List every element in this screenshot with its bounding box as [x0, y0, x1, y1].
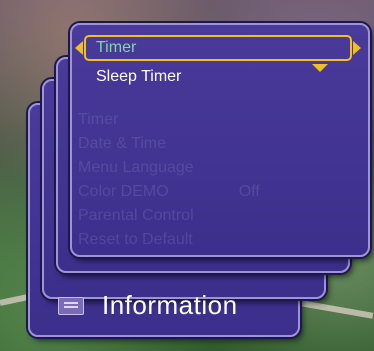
faded-item: Timer: [78, 111, 119, 128]
faded-background-menu: Timer Date & Time Menu Language Color DE…: [78, 108, 260, 252]
faded-item: Menu Language: [78, 159, 194, 176]
faded-item: Color DEMO Off: [78, 183, 260, 200]
faded-value: Off: [238, 183, 260, 200]
faded-item: Parental Control: [78, 207, 194, 224]
faded-item: Date & Time: [78, 135, 167, 152]
information-menu-item[interactable]: Information: [58, 290, 238, 321]
faded-item: Reset to Default: [78, 231, 193, 248]
menu-item-sleep-timer[interactable]: Sleep Timer: [96, 68, 181, 86]
information-label: Information: [102, 290, 238, 320]
triangle-down-icon: [312, 64, 328, 72]
information-icon: [58, 296, 84, 315]
triangle-left-icon[interactable]: [75, 41, 83, 55]
menu-item-timer[interactable]: Timer: [96, 39, 136, 57]
triangle-right-icon[interactable]: [353, 41, 361, 55]
